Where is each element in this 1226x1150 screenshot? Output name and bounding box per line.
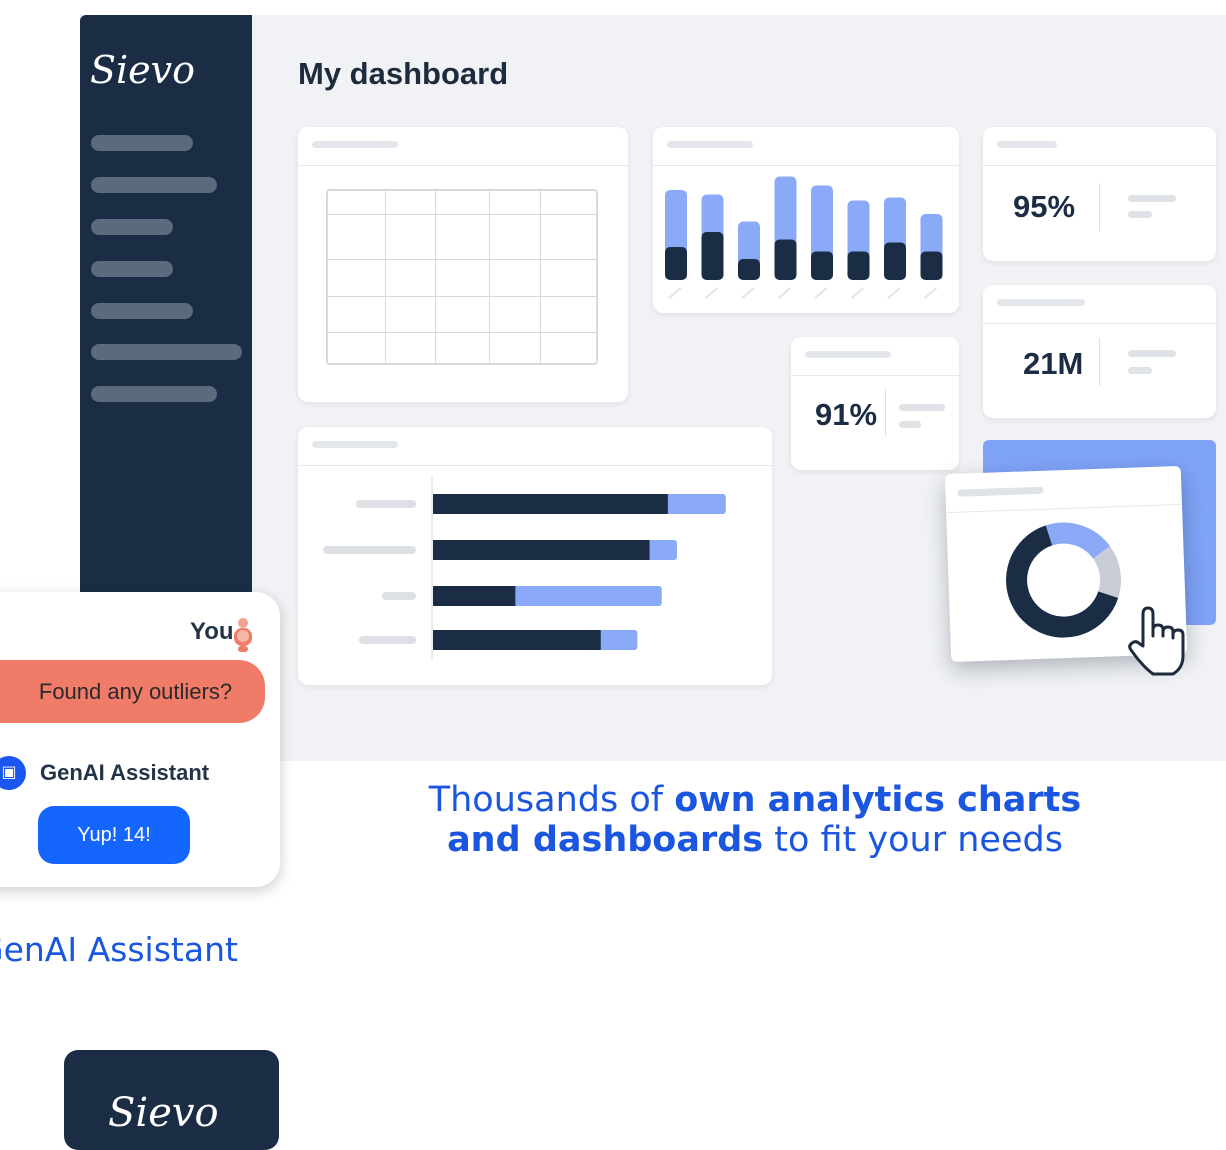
sidebar-item-4[interactable]	[91, 261, 173, 277]
kpi-value: 21M	[1023, 346, 1084, 381]
bar-segment-light	[811, 185, 833, 260]
x-tick-placeholder	[814, 287, 828, 299]
kpi-placeholder	[899, 421, 921, 428]
bar-segment-dark	[884, 242, 906, 280]
bar-segment-dark	[433, 540, 650, 560]
sidebar	[80, 15, 252, 635]
bar-segment-dark	[433, 630, 601, 650]
sievo-logo[interactable]: Sievo	[90, 48, 195, 92]
genai-caption: GenAI Assistant	[0, 930, 238, 969]
assistant-message-bubble: Yup! 14!	[38, 806, 190, 864]
sidebar-item-6[interactable]	[91, 344, 242, 360]
kpi-placeholder	[1128, 211, 1152, 218]
x-tick-placeholder	[850, 287, 865, 299]
user-avatar-icon	[234, 618, 252, 652]
sidebar-item-5[interactable]	[91, 303, 193, 319]
vertical-bar-chart	[665, 176, 943, 299]
bar-segment-dark	[665, 247, 687, 280]
kpi-value: 91%	[815, 397, 878, 432]
horizontal-bar-card[interactable]	[298, 427, 772, 685]
bar-segment-dark	[701, 232, 724, 280]
pointer-hand-icon	[1125, 602, 1195, 689]
kpi-divider	[1099, 183, 1100, 231]
kpi-value: 95%	[1013, 189, 1076, 224]
x-tick-placeholder	[777, 287, 792, 299]
kpi-divider	[1099, 338, 1100, 386]
bar-segment-light	[847, 200, 870, 260]
assistant-name: GenAI Assistant	[40, 760, 210, 785]
card-header	[791, 337, 959, 376]
x-tick-placeholder	[704, 287, 719, 299]
bar-segment-dark	[847, 251, 870, 280]
card-header	[983, 285, 1216, 324]
category-label-placeholder	[359, 636, 416, 644]
bar-segment-dark	[433, 494, 668, 514]
page-title: My dashboard	[298, 56, 509, 91]
kpi-card-3[interactable]: 91%	[791, 337, 959, 470]
kpi-divider	[885, 389, 886, 437]
card-header	[983, 127, 1216, 166]
x-tick-placeholder	[668, 287, 682, 299]
bar-segment-dark	[774, 239, 797, 280]
sidebar-item-2[interactable]	[91, 177, 217, 193]
x-tick-placeholder	[741, 287, 755, 299]
x-tick-placeholder	[887, 287, 901, 299]
donut-slice-grey	[1092, 546, 1122, 598]
sievo-logo-bottom: Sievo	[108, 1090, 219, 1136]
x-tick-placeholder	[923, 287, 938, 299]
user-message-bubble: Found any outliers?	[0, 660, 265, 723]
caption-text: Thousands of	[428, 780, 675, 820]
category-label-placeholder	[382, 592, 416, 600]
table-grid	[326, 189, 598, 365]
sidebar-item-1[interactable]	[91, 135, 193, 151]
bar-segment-dark	[433, 586, 516, 606]
analytics-caption: Thousands of own analytics charts and da…	[390, 780, 1120, 860]
bar-segment-dark	[920, 251, 943, 280]
kpi-placeholder	[1128, 350, 1176, 357]
bar-segment-light	[774, 176, 797, 248]
category-label-placeholder	[356, 500, 416, 508]
caption-text: to fit your needs	[763, 820, 1063, 860]
kpi-card-1[interactable]: 95%	[983, 127, 1216, 261]
kpi-placeholder	[899, 404, 945, 411]
category-label-placeholder	[323, 546, 416, 554]
donut-slice-light	[1045, 522, 1111, 560]
card-header	[298, 127, 628, 166]
kpi-placeholder	[1128, 367, 1152, 374]
sidebar-item-3[interactable]	[91, 219, 173, 235]
bar-segment-dark	[811, 251, 833, 280]
bar-segment-dark	[738, 259, 760, 280]
kpi-placeholder	[1128, 195, 1176, 202]
bar-chart-card[interactable]	[653, 127, 959, 313]
kpi-card-2[interactable]: 21M	[983, 285, 1216, 418]
bar-segment-light	[665, 190, 687, 255]
sidebar-item-7[interactable]	[91, 386, 217, 402]
user-name: You	[190, 618, 234, 645]
table-card[interactable]	[298, 127, 628, 402]
horizontal-bar-chart	[323, 475, 726, 661]
